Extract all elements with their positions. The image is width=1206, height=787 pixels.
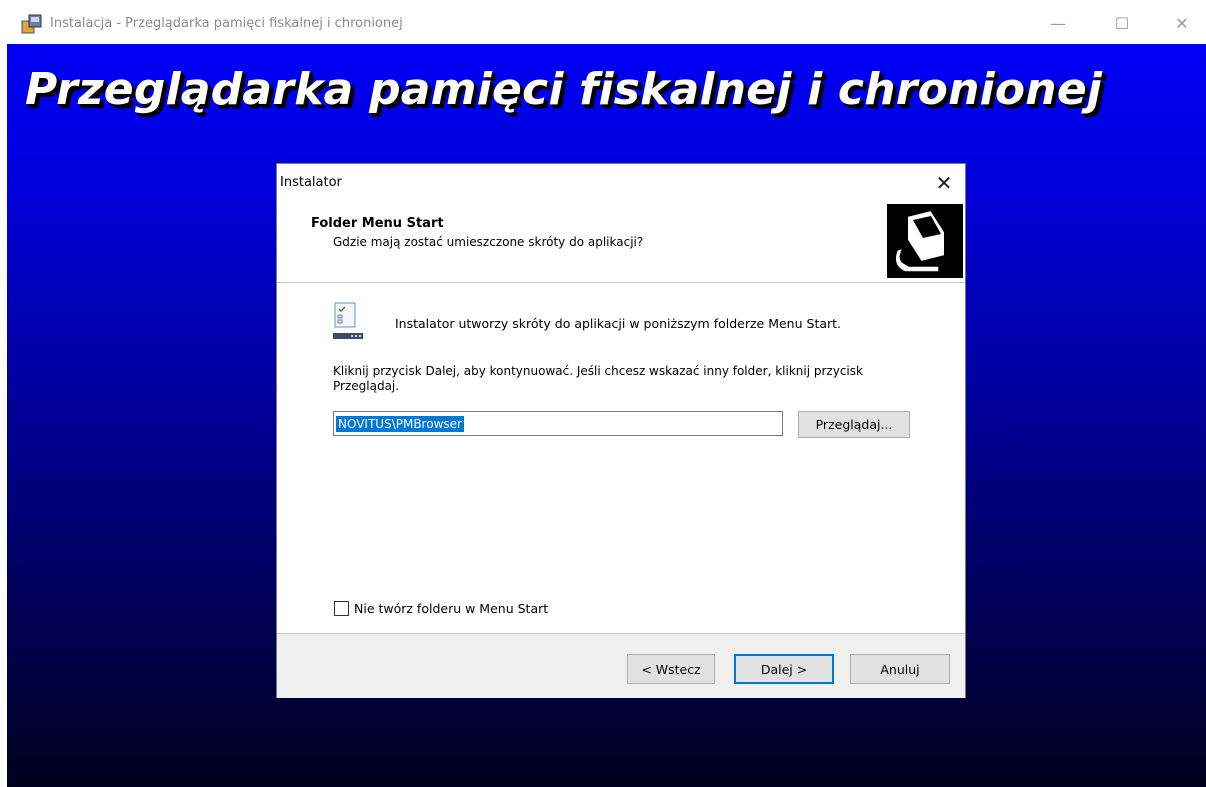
wizard-body: Instalator utworzy skróty do aplikacji w… [277,283,965,633]
computer-wizard-icon [887,204,963,278]
close-icon[interactable]: ✕ [1160,8,1204,38]
intro-text: Instalator utworzy skróty do aplikacji w… [395,316,842,331]
installer-app-icon [21,14,42,34]
wizard-footer: < Wstecz Dalej > Anuluj [277,633,965,698]
cancel-button[interactable]: Anuluj [850,654,950,684]
dialog-close-icon[interactable]: ✕ [927,168,961,198]
start-menu-folder-icon [333,302,363,339]
hint-text: Kliknij przycisk Dalej, aby kontynuować.… [333,364,863,393]
maximize-icon[interactable]: ☐ [1100,8,1144,38]
next-button[interactable]: Dalej > [734,654,834,684]
folder-input-value: NOVITUS\PMBrowser [336,416,464,432]
dialog-titlebar: Instalator ✕ [277,164,965,202]
no-folder-checkbox[interactable] [334,601,349,616]
dialog-title: Instalator [280,175,342,190]
start-menu-folder-input[interactable]: NOVITUS\PMBrowser [333,411,783,436]
minimize-icon[interactable]: — [1036,8,1080,38]
wizard-header: Folder Menu Start Gdzie mają zostać umie… [277,202,965,283]
installer-dialog: Instalator ✕ Folder Menu Start Gdzie maj… [276,163,966,698]
window-titlebar: Instalacja - Przeglądarka pamięci fiskal… [0,0,1206,44]
browse-button[interactable]: Przeglądaj... [798,411,910,438]
backdrop-headline: Przeglądarka pamięci fiskalnej i chronio… [25,64,1103,115]
wizard-page-title: Folder Menu Start [311,216,444,231]
wizard-page-subtitle: Gdzie mają zostać umieszczone skróty do … [333,235,644,249]
window-title: Instalacja - Przeglądarka pamięci fiskal… [50,16,403,31]
back-button[interactable]: < Wstecz [627,654,715,684]
no-folder-checkbox-label[interactable]: Nie twórz folderu w Menu Start [354,601,548,616]
